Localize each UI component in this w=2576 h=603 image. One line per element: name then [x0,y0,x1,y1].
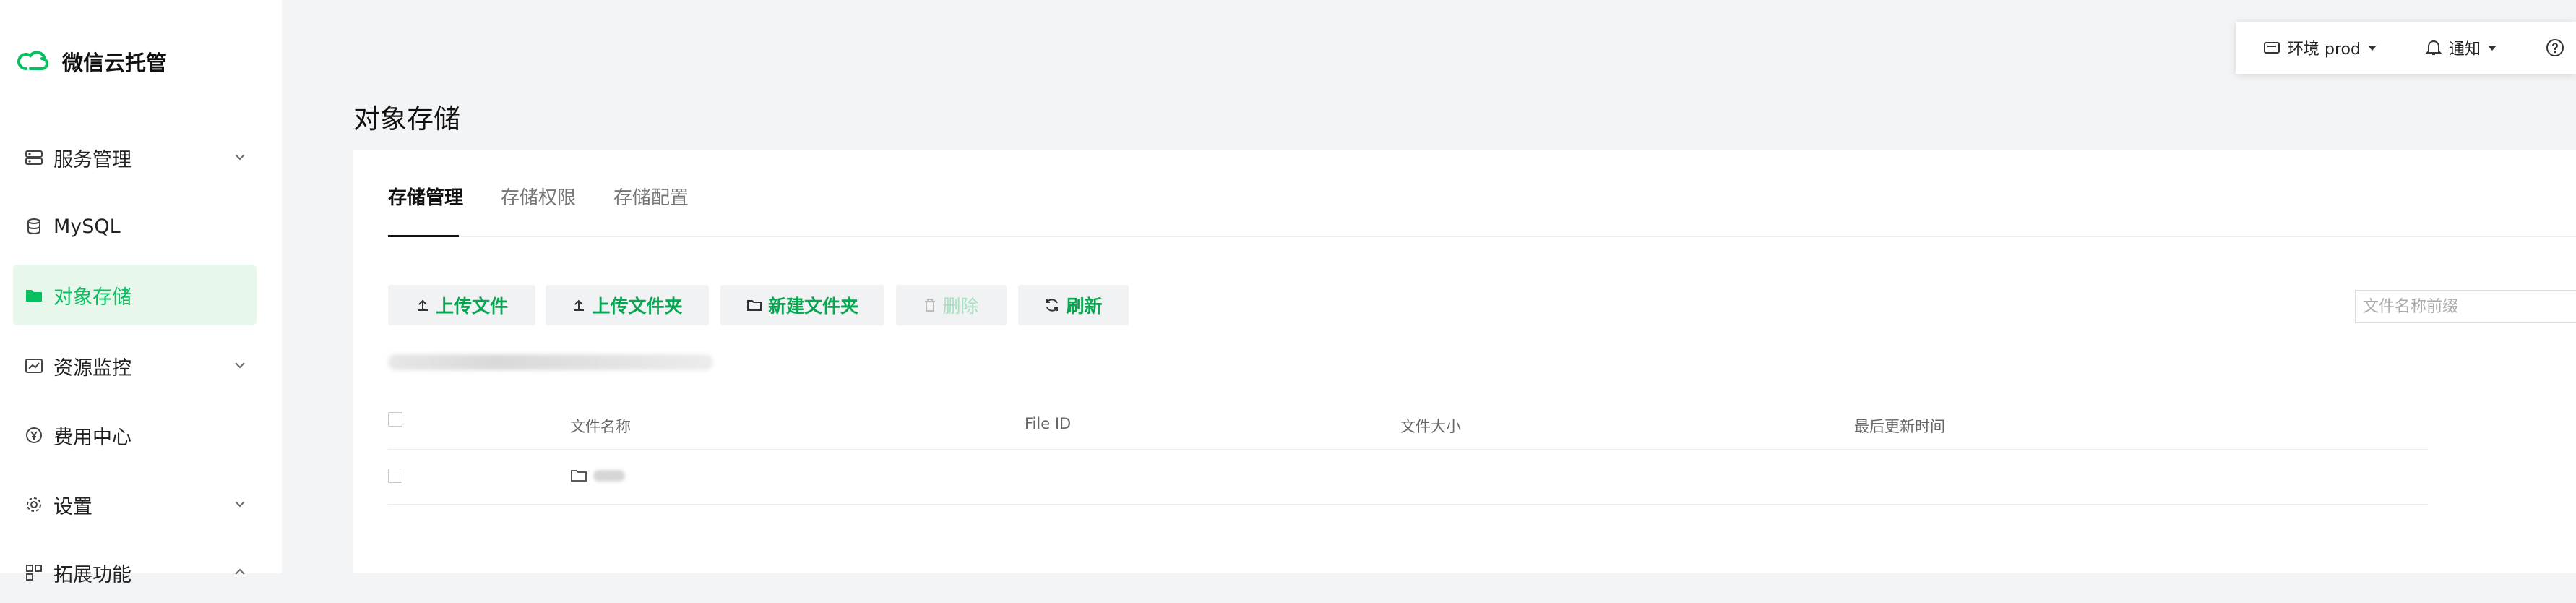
sidebar-item-label: 拓展功能 [53,563,132,586]
row-checkbox[interactable] [388,469,402,483]
sidebar-item-label: 资源监控 [53,356,132,380]
yen-icon [23,424,45,446]
trash-icon [925,299,936,312]
database-icon [23,215,45,237]
sidebar-item-settings[interactable]: 设置 [13,474,257,535]
folder-icon [571,470,587,482]
refresh-icon [1046,299,1059,312]
environment-icon [2264,42,2280,54]
chevron-down-icon [235,154,245,161]
top-header-bar: 环境 prod 通知 [2236,22,2576,74]
services-icon [23,147,45,168]
select-all-checkbox[interactable] [388,412,402,427]
sidebar-item-services[interactable]: 服务管理 [13,127,257,188]
refresh-label: 刷新 [1066,296,1103,317]
upload-folder-button[interactable]: 上传文件夹 [546,285,709,325]
bell-icon [2425,40,2442,55]
upload-icon [574,299,585,311]
upload-file-button[interactable]: 上传文件 [388,285,535,325]
caret-down-icon [2487,45,2497,51]
sidebar-item-label: MySQL [53,215,121,238]
sidebar-item-label: 对象存储 [53,286,132,309]
chevron-down-icon [235,501,245,508]
sidebar-item-label: 费用中心 [53,426,132,449]
storage-panel: 存储管理 存储权限 存储配置 上传文件 上传文件夹 新建文件夹 删除 刷新 文件… [353,150,2576,573]
refresh-button[interactable]: 刷新 [1018,285,1129,325]
cloud-logo-icon [17,51,48,70]
column-header-size[interactable]: 文件大小 [1400,415,1461,437]
delete-label: 删除 [942,296,979,317]
sidebar: 微信云托管 服务管理 MySQL 对象存储 资源监控 费用中心 设置 拓展功能 [0,0,282,586]
app-name: 微信云托管 [62,51,168,75]
tab-divider [388,236,2576,237]
file-prefix-search-input[interactable] [2355,290,2576,323]
sidebar-item-object-storage[interactable]: 对象存储 [13,265,257,325]
column-header-file-id[interactable]: File ID [1025,415,1071,432]
upload-file-label: 上传文件 [435,296,508,317]
sidebar-item-label: 服务管理 [53,148,132,171]
environment-selector[interactable]: 环境 prod [2263,36,2377,59]
monitor-icon [23,355,45,377]
sidebar-item-label: 设置 [53,495,92,518]
gear-icon [23,494,45,516]
table-row[interactable] [570,469,625,483]
sidebar-item-mysql[interactable]: MySQL [13,196,257,257]
caret-down-icon [2367,45,2377,51]
sidebar-item-monitor[interactable]: 资源监控 [13,335,257,396]
upload-folder-label: 上传文件夹 [592,296,683,317]
upload-icon [417,299,428,311]
folder-icon [23,284,45,306]
tab-storage-permissions[interactable]: 存储权限 [501,183,576,210]
app-logo[interactable]: 微信云托管 [16,43,167,80]
new-folder-button[interactable]: 新建文件夹 [720,285,884,325]
notification-button[interactable]: 通知 [2425,36,2497,59]
help-button[interactable] [2546,38,2564,57]
row-divider [388,504,2428,505]
page-title: 对象存储 [353,103,460,134]
new-folder-label: 新建文件夹 [767,296,858,317]
chevron-down-icon [235,362,245,369]
extension-icon [23,562,45,583]
notification-label: 通知 [2448,40,2481,59]
chevron-up-icon [235,568,245,575]
help-icon [2546,39,2564,56]
sidebar-item-extensions[interactable]: 拓展功能 [13,542,257,603]
header-divider [388,449,2428,450]
column-header-updated[interactable]: 最后更新时间 [1854,415,1945,437]
folder-add-icon [746,300,762,311]
folder-name-redacted [593,470,625,482]
tab-storage-config[interactable]: 存储配置 [613,183,689,210]
sidebar-item-billing[interactable]: 费用中心 [13,405,257,466]
environment-label: 环境 prod [2288,40,2361,59]
delete-button[interactable]: 删除 [896,285,1007,325]
bucket-path-redacted [388,354,713,370]
tab-storage-management[interactable]: 存储管理 [388,183,463,210]
column-header-name[interactable]: 文件名称 [570,415,631,437]
active-tab-indicator [388,235,459,237]
